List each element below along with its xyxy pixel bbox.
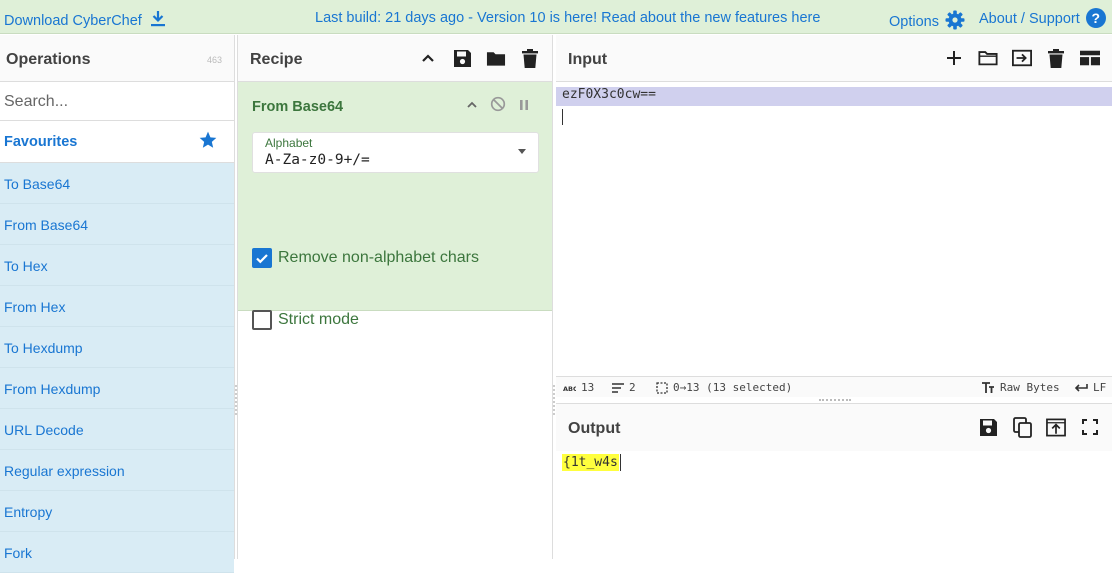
alphabet-value[interactable]: A-Za-z0-9+/=: [265, 152, 370, 168]
operations-count: 463: [206, 55, 222, 65]
lines-value: 2: [629, 381, 636, 394]
return-arrow-icon: [1074, 383, 1088, 392]
operations-header: Operations 463: [0, 35, 234, 82]
lines-stat: 2: [612, 381, 636, 394]
text-cursor: [562, 109, 563, 125]
input-text-area[interactable]: ezF0X3c0cw==: [556, 82, 1112, 376]
chevron-up-icon[interactable]: [418, 47, 438, 69]
save-output-icon[interactable]: [978, 416, 998, 438]
recipe-title: Recipe: [250, 51, 303, 68]
remove-nonalphabet-label[interactable]: Remove non-alphabet chars: [278, 249, 479, 267]
selection-icon: [656, 381, 668, 394]
operations-list: To Base64 From Base64 To Hex From Hex To Hex…: [0, 163, 234, 573]
lines-icon: [612, 382, 624, 393]
input-title: Input: [568, 51, 608, 68]
encoding-selector[interactable]: Raw Bytes: [981, 381, 1060, 394]
gear-icon[interactable]: [945, 10, 965, 34]
load-recipe-folder-icon[interactable]: [486, 47, 506, 69]
replace-input-with-output-icon[interactable]: [1046, 416, 1066, 438]
operation-list-item[interactable]: To Hex: [0, 245, 234, 286]
open-file-input-icon[interactable]: [1012, 47, 1032, 69]
length-stat: ABC 13: [563, 381, 594, 394]
download-link[interactable]: Download CyberChef: [4, 10, 166, 31]
input-text[interactable]: ezF0X3c0cw==: [562, 87, 656, 102]
input-status-bar: ABC 13 2 0→13 (13 selected) Raw Bytes LF: [556, 376, 1112, 397]
selection-stat: 0→13 (13 selected): [656, 381, 792, 394]
build-notice-link[interactable]: Last build: 21 days ago - Version 10 is …: [315, 10, 820, 26]
length-value: 13: [581, 381, 595, 394]
input-header: Input: [556, 35, 1112, 82]
checkbox-unchecked-icon[interactable]: [252, 310, 272, 330]
text-type-icon: [982, 381, 994, 393]
alphabet-label: Alphabet: [265, 136, 313, 150]
recipe-header: Recipe: [238, 35, 552, 82]
clear-recipe-trash-icon[interactable]: [520, 47, 540, 69]
output-header: Output: [556, 404, 1112, 451]
reset-layout-icon[interactable]: [1080, 47, 1100, 69]
download-label[interactable]: Download CyberChef: [4, 13, 142, 29]
strict-mode-label[interactable]: Strict mode: [278, 311, 359, 329]
output-text[interactable]: {1t_w4s: [562, 454, 619, 471]
output-title: Output: [568, 420, 621, 437]
about-support-link[interactable]: About / Support ?: [979, 8, 1106, 28]
favourites-category[interactable]: Favourites: [0, 121, 234, 163]
pause-breakpoint-icon[interactable]: [518, 98, 530, 116]
alphabet-select[interactable]: Alphabet A-Za-z0-9+/=: [252, 132, 539, 173]
options-label[interactable]: Options: [889, 14, 939, 30]
output-text-cursor: [620, 454, 621, 471]
clear-input-trash-icon[interactable]: [1046, 47, 1066, 69]
operation-list-item[interactable]: From Hex: [0, 286, 234, 327]
operation-list-item[interactable]: Entropy: [0, 491, 234, 532]
operation-list-item[interactable]: From Hexdump: [0, 368, 234, 409]
remove-nonalphabet-checkbox[interactable]: Remove non-alphabet chars: [252, 248, 479, 268]
maximise-output-icon[interactable]: [1080, 416, 1100, 438]
operation-list-item[interactable]: URL Decode: [0, 409, 234, 450]
encoding-value[interactable]: Raw Bytes: [1000, 381, 1060, 394]
input-panel: Input ezF0X3c0cw== ABC 13 2 0→13 (13 sel…: [556, 35, 1112, 399]
recipe-panel: Recipe From Base64 Alphabet A-Za-z0-9+/=…: [237, 35, 553, 559]
svg-text:ABC: ABC: [563, 385, 576, 392]
selection-value: 0→13 (13 selected): [673, 381, 793, 394]
recipe-operation-title: From Base64: [252, 99, 344, 115]
copy-output-icon[interactable]: [1012, 416, 1032, 438]
save-recipe-icon[interactable]: [452, 47, 472, 69]
operation-list-item[interactable]: To Hexdump: [0, 327, 234, 368]
operation-list-item[interactable]: Fork: [0, 532, 234, 573]
strict-mode-checkbox[interactable]: Strict mode: [252, 310, 359, 330]
operation-list-item[interactable]: Regular expression: [0, 450, 234, 491]
top-banner: Download CyberChef Last build: 21 days a…: [0, 0, 1112, 34]
dropdown-caret-icon[interactable]: [518, 149, 526, 154]
help-icon[interactable]: ?: [1085, 8, 1106, 28]
about-label[interactable]: About / Support: [979, 11, 1080, 27]
favourites-label[interactable]: Favourites: [4, 134, 77, 150]
download-icon[interactable]: [150, 10, 166, 31]
operations-panel: Operations 463 Search... Favourites To B…: [0, 35, 235, 573]
eol-value[interactable]: LF: [1093, 381, 1106, 394]
checkbox-checked-icon[interactable]: [252, 248, 272, 268]
operations-title: Operations: [6, 51, 91, 68]
operation-list-item[interactable]: To Base64: [0, 163, 234, 204]
options-link[interactable]: Options: [889, 10, 965, 34]
eol-selector[interactable]: LF: [1074, 381, 1106, 394]
open-folder-icon[interactable]: [978, 47, 998, 69]
operations-search-input[interactable]: Search...: [0, 82, 234, 121]
recipe-operation-from-base64[interactable]: From Base64 Alphabet A-Za-z0-9+/= Remove…: [238, 82, 552, 330]
star-icon[interactable]: [198, 130, 218, 154]
add-tab-plus-icon[interactable]: [944, 47, 964, 69]
abc-length-icon: ABC: [563, 385, 576, 392]
collapse-chevron-icon[interactable]: [466, 98, 478, 116]
output-panel: Output {1t_w4s: [556, 403, 1112, 559]
operation-list-item[interactable]: From Base64: [0, 204, 234, 245]
disable-operation-icon[interactable]: [490, 96, 506, 117]
